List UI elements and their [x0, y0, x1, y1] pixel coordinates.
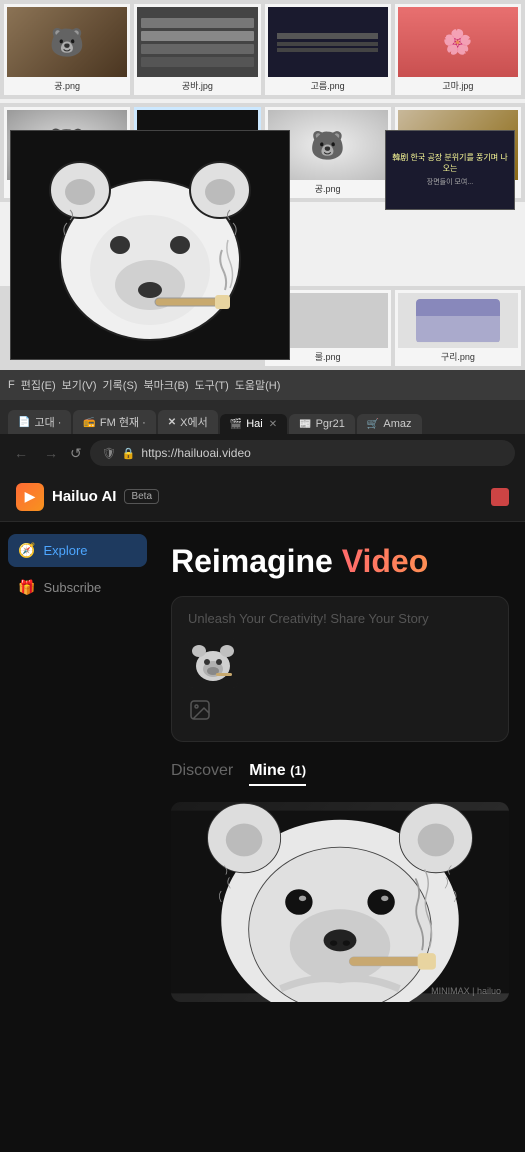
sidebar-item-subscribe-label: Subscribe: [43, 580, 101, 595]
subscribe-icon: 🎁: [18, 579, 35, 596]
tab-x[interactable]: ✕ X에서: [158, 410, 218, 434]
refresh-button[interactable]: ↺: [70, 445, 82, 462]
menu-help[interactable]: 도움말(H): [235, 377, 281, 393]
browser-tab-bar: 📄 고대 · 📻 FM 현재 · ✕ X에서 🎬 Hai ✕ 📰 Pgr21 🛒…: [0, 400, 525, 434]
file-name: 공.png: [315, 182, 341, 195]
tab-mine-badge: (1): [290, 763, 306, 778]
file-thumbnail: [137, 7, 257, 77]
hero-title-gradient: Video: [342, 543, 429, 579]
gallery-item[interactable]: MINIMAX | hailuo: [171, 802, 509, 1002]
gallery-image: MINIMAX | hailuo: [171, 802, 509, 1002]
tab-fm[interactable]: 📻 FM 현재 ·: [73, 410, 155, 434]
file-item[interactable]: 🐻 공.png: [4, 4, 130, 95]
forward-button[interactable]: →: [40, 443, 62, 463]
tab-pgr[interactable]: 📰 Pgr21: [289, 414, 355, 434]
sidebar: 🧭 Explore 🎁 Subscribe: [0, 522, 155, 1152]
menu-edit[interactable]: 편집(E): [21, 377, 56, 393]
content-tabs: Discover Mine (1): [171, 762, 509, 786]
file-thumbnail: [268, 7, 388, 77]
file-explorer: 🐻 공.png 공바.jpg 고름.png 🌸: [0, 0, 525, 370]
tab-gode[interactable]: 📄 고대 ·: [8, 410, 71, 434]
file-name: 공.png: [54, 79, 80, 92]
tab-mine[interactable]: Mine (1): [249, 762, 306, 786]
file-item[interactable]: 공바.jpg: [134, 4, 260, 95]
file-name: 공바.jpg: [182, 79, 213, 92]
file-thumbnail: [398, 293, 518, 348]
file-name: 구리.png: [441, 350, 475, 363]
bear-sketch-preview: [20, 140, 280, 350]
tab-mine-label: Mine: [249, 762, 285, 779]
tab-discover[interactable]: Discover: [171, 762, 233, 784]
address-url: https://hailuoai.video: [141, 446, 250, 460]
file-top-row: 🐻 공.png 공바.jpg 고름.png 🌸: [0, 0, 525, 99]
hailuo-header: ▶ Hailuo AI Beta: [0, 472, 525, 522]
text-preview-content: 韓剧 한국 공장 분위기를 풍기며 나오는 장면들이 모여...: [386, 131, 514, 209]
hailuo-app-name: Hailuo AI: [52, 488, 116, 505]
address-bar[interactable]: 🛡 🔒 https://hailuoai.video: [90, 440, 515, 466]
menu-tools[interactable]: 도구(T): [194, 377, 228, 393]
back-button[interactable]: ←: [10, 443, 32, 463]
explore-icon: 🧭: [18, 542, 35, 559]
address-bar-row: ← → ↺ 🛡 🔒 https://hailuoai.video: [0, 434, 525, 472]
prompt-attached-image: [188, 638, 238, 688]
menu-history[interactable]: 기록(S): [103, 377, 138, 393]
close-button[interactable]: [491, 488, 509, 506]
tab-favicon: 📻: [83, 417, 95, 428]
tab-favicon: 🛒: [367, 419, 379, 430]
prompt-box[interactable]: Unleash Your Creativity! Share Your Stor…: [171, 596, 509, 742]
tab-close-icon[interactable]: ✕: [269, 419, 277, 430]
file-name: 고마.jpg: [442, 79, 473, 92]
tab-label: 고대 ·: [34, 414, 61, 430]
file-name: 고름.png: [311, 79, 345, 92]
menu-file[interactable]: F: [8, 379, 15, 391]
prompt-placeholder: Unleash Your Creativity! Share Your Stor…: [188, 611, 492, 626]
logo-icon: ▶: [25, 488, 36, 505]
sidebar-item-subscribe[interactable]: 🎁 Subscribe: [8, 571, 147, 604]
hailuo-body: 🧭 Explore 🎁 Subscribe Reimagine Video Un…: [0, 522, 525, 1152]
hero-title-text: Reimagine: [171, 543, 333, 579]
tab-label: FM 현재 ·: [100, 414, 146, 430]
tab-label: Amaz: [383, 418, 411, 430]
gallery-watermark: MINIMAX | hailuo: [431, 986, 501, 996]
security-icon: 🛡: [102, 447, 116, 460]
sidebar-item-explore[interactable]: 🧭 Explore: [8, 534, 147, 567]
file-thumbnail: 🐻: [7, 7, 127, 77]
tab-hai[interactable]: 🎬 Hai ✕: [220, 414, 287, 434]
hailuo-app: ▶ Hailuo AI Beta 🧭 Explore 🎁 Subscribe R…: [0, 472, 525, 1152]
tab-label: Hai: [246, 418, 263, 430]
tab-label: Pgr21: [316, 418, 345, 430]
file-item[interactable]: 고름.png: [265, 4, 391, 95]
browser-menu-bar: F 편집(E) 보기(V) 기록(S) 북마크(B) 도구(T) 도움말(H): [0, 370, 525, 400]
menu-view[interactable]: 보기(V): [62, 377, 97, 393]
menu-bookmarks[interactable]: 북마크(B): [143, 377, 188, 393]
file-item[interactable]: 🌸 고마.jpg: [395, 4, 521, 95]
tab-favicon: 🎬: [230, 419, 242, 430]
lock-icon: 🔒: [122, 447, 136, 460]
beta-badge: Beta: [124, 489, 159, 504]
large-preview: [10, 130, 290, 360]
hailuo-logo: ▶: [16, 483, 44, 511]
hero-title: Reimagine Video: [171, 542, 509, 580]
file-name: 룰.png: [315, 350, 341, 363]
file-item[interactable]: 구리.png: [395, 290, 521, 366]
small-preview: 韓剧 한국 공장 분위기를 풍기며 나오는 장면들이 모여...: [385, 130, 515, 210]
main-content: Reimagine Video Unleash Your Creativity!…: [155, 522, 525, 1152]
tab-amaz[interactable]: 🛒 Amaz: [357, 414, 422, 434]
file-thumbnail: 🌸: [398, 7, 518, 77]
tab-favicon: 📄: [18, 417, 30, 428]
sidebar-item-explore-label: Explore: [43, 543, 87, 558]
gallery-grid: MINIMAX | hailuo: [171, 802, 509, 1002]
prompt-bear-icon: [188, 638, 238, 688]
tab-favicon: 📰: [299, 419, 311, 430]
image-upload-icon[interactable]: [188, 698, 492, 727]
tab-favicon: ✕: [168, 417, 176, 428]
tab-label: X에서: [180, 414, 208, 430]
gallery-bear-sketch: [171, 802, 509, 1002]
